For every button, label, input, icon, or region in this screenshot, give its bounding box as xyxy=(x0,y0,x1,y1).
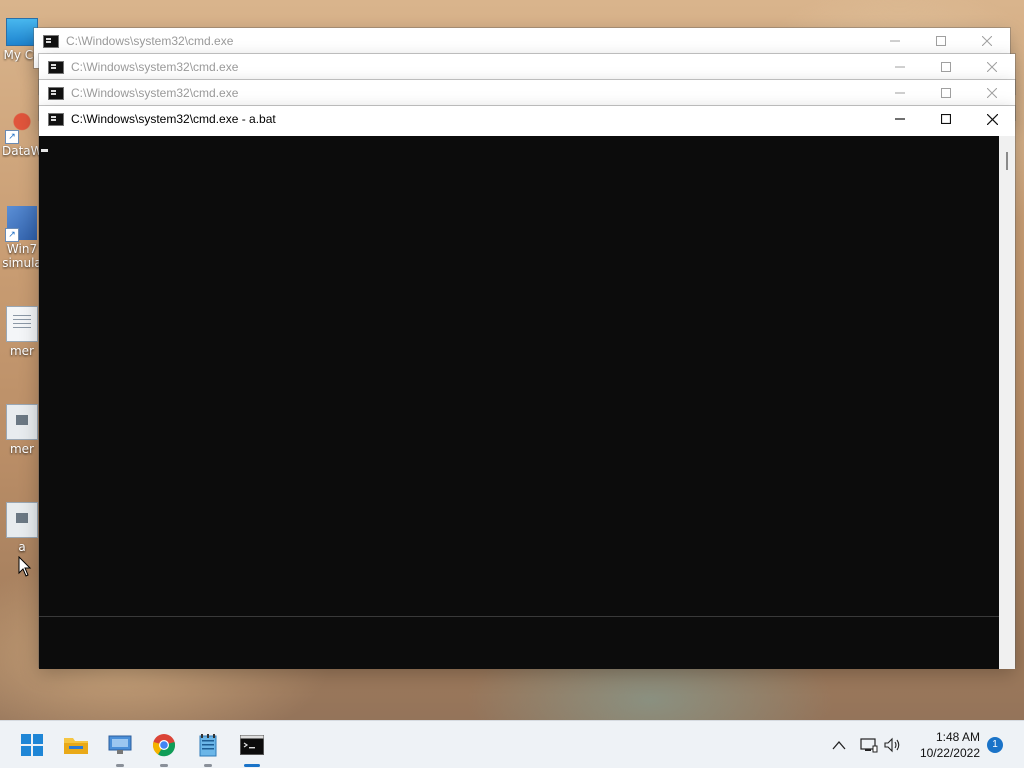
maximize-button[interactable] xyxy=(918,28,964,54)
cmd-icon xyxy=(48,112,64,126)
notification-badge[interactable]: 1 xyxy=(987,737,1003,753)
shortcut-arrow-icon: ↗ xyxy=(5,130,19,144)
start-button[interactable] xyxy=(16,729,48,761)
close-button[interactable] xyxy=(969,106,1015,132)
app-shortcut-icon: ↗ xyxy=(5,206,37,242)
desktop-icon-label: mer xyxy=(9,442,34,456)
minimize-button[interactable] xyxy=(877,80,923,106)
taskbar-notepad[interactable] xyxy=(192,729,224,767)
text-cursor xyxy=(41,149,48,152)
running-indicator xyxy=(116,764,124,767)
taskbar-file-explorer[interactable] xyxy=(60,729,92,761)
cmd-icon xyxy=(48,60,64,74)
window-title: C:\Windows\system32\cmd.exe xyxy=(71,60,239,74)
clock-time: 1:48 AM xyxy=(935,730,980,744)
show-hidden-icons-button[interactable] xyxy=(832,721,846,768)
window-title: C:\Windows\system32\cmd.exe xyxy=(66,34,234,48)
maximize-button[interactable] xyxy=(923,106,969,132)
volume-button[interactable] xyxy=(884,721,902,768)
desktop-icon-mer-doc[interactable]: mer xyxy=(2,306,42,358)
document-icon xyxy=(6,306,38,342)
taskbar-command-prompt[interactable] xyxy=(236,729,268,767)
title-bar[interactable]: C:\Windows\system32\cmd.exe xyxy=(39,54,1015,80)
network-button[interactable] xyxy=(860,721,878,768)
taskbar: 1:48 AM 10/22/2022 1 xyxy=(0,720,1024,768)
shortcut-arrow-icon: ↗ xyxy=(5,228,19,242)
network-icon xyxy=(860,738,878,753)
chevron-up-icon xyxy=(832,741,846,750)
console-lower-area xyxy=(39,617,999,669)
app-shortcut-icon: ↗ xyxy=(5,108,37,144)
desktop-icon-label: a xyxy=(18,540,26,554)
close-button[interactable] xyxy=(969,80,1015,106)
desktop-icon-a-bat[interactable]: a xyxy=(2,502,42,554)
clock-date: 10/22/2022 xyxy=(919,746,980,760)
desktop-icon-label: Win7 simula xyxy=(2,242,42,270)
desktop-icon-dataw[interactable]: ↗ DataW xyxy=(2,108,42,158)
desktop-icon-label: DataW xyxy=(2,144,42,158)
console-output[interactable] xyxy=(39,136,999,617)
chrome-icon xyxy=(152,734,176,757)
running-indicator xyxy=(160,764,168,767)
notepad-icon xyxy=(199,734,217,757)
minimize-button[interactable] xyxy=(872,28,918,54)
speaker-icon xyxy=(884,737,900,753)
title-bar[interactable]: C:\Windows\system32\cmd.exe - a.bat xyxy=(39,106,1015,132)
running-indicator xyxy=(244,764,260,767)
scrollbar-thumb[interactable] xyxy=(1006,152,1008,170)
desktop-icon-mer-bat[interactable]: mer xyxy=(2,404,42,456)
minimize-button[interactable] xyxy=(877,54,923,80)
close-button[interactable] xyxy=(969,54,1015,80)
vertical-scrollbar[interactable] xyxy=(999,136,1015,669)
maximize-button[interactable] xyxy=(923,54,969,80)
cmd-icon xyxy=(43,34,59,48)
windows-start-icon xyxy=(21,734,43,756)
desktop-icon-win7-simulator[interactable]: ↗ Win7 simula xyxy=(2,206,42,270)
remote-desktop-icon xyxy=(108,735,132,754)
maximize-button[interactable] xyxy=(923,80,969,106)
mouse-pointer-icon xyxy=(18,556,32,577)
desktop-icon-label: mer xyxy=(9,344,34,358)
minimize-button[interactable] xyxy=(877,106,923,132)
taskbar-chrome[interactable] xyxy=(148,729,180,767)
running-indicator xyxy=(204,764,212,767)
taskbar-remote-desktop[interactable] xyxy=(104,729,136,767)
clock-button[interactable]: 1:48 AM 10/22/2022 xyxy=(910,729,980,761)
title-bar[interactable]: C:\Windows\system32\cmd.exe xyxy=(39,80,1015,106)
cmd-window-active[interactable]: C:\Windows\system32\cmd.exe - a.bat xyxy=(39,106,1015,669)
title-bar[interactable]: C:\Windows\system32\cmd.exe xyxy=(34,28,1010,54)
folder-icon xyxy=(64,738,88,754)
cmd-icon xyxy=(48,86,64,100)
batch-file-icon xyxy=(6,502,38,538)
window-title: C:\Windows\system32\cmd.exe xyxy=(71,86,239,100)
batch-file-icon xyxy=(6,404,38,440)
cmd-icon xyxy=(240,735,264,755)
close-button[interactable] xyxy=(964,28,1010,54)
window-title: C:\Windows\system32\cmd.exe - a.bat xyxy=(71,112,276,126)
